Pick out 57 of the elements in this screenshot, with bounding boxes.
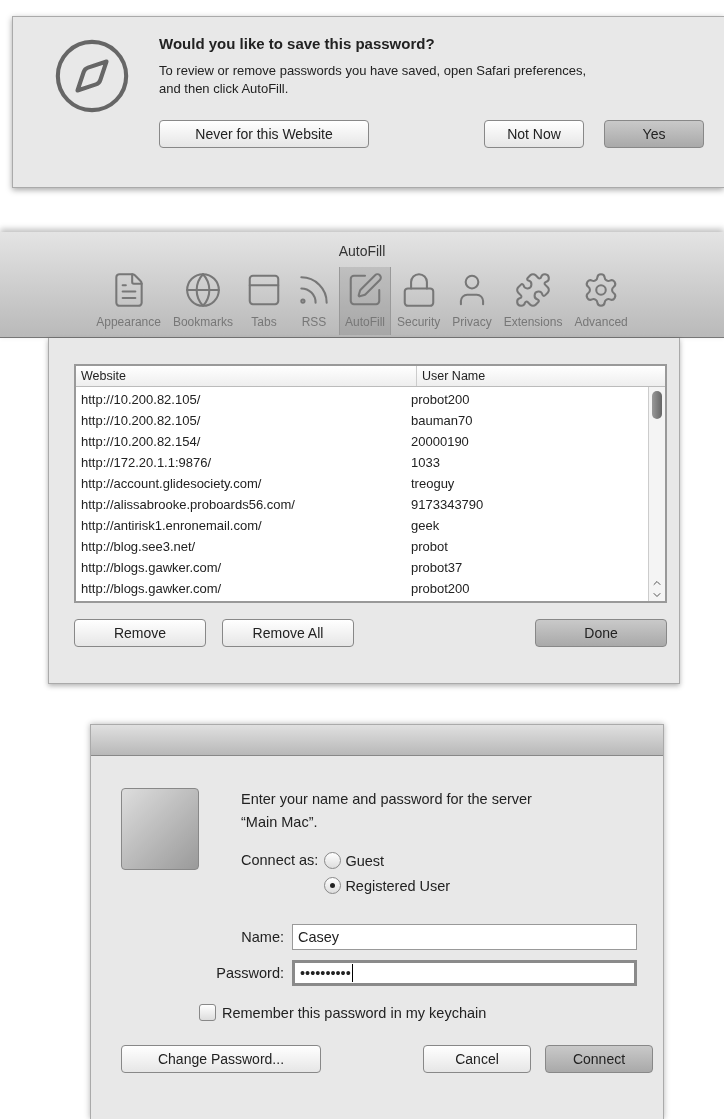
globe-icon: [183, 271, 222, 309]
table-cell-text: 20000190: [410, 434, 470, 449]
table-cell-text: http://alissabrooke.proboards56.com/: [80, 497, 296, 512]
button[interactable]: Remove: [74, 619, 206, 647]
scroll-thumb[interactable]: [652, 391, 662, 419]
field-label: Password:: [215, 965, 284, 981]
remember-checkbox[interactable]: Remember this password in my keychain: [199, 1004, 637, 1021]
table-row[interactable]: http://blog.see3.net/ probot: [76, 536, 648, 557]
table-cell-text: http://10.200.82.154/: [80, 434, 202, 449]
table-row[interactable]: http://blogs.gawker.com/ probot37: [76, 557, 648, 578]
table-cell-text: bauman70: [410, 413, 474, 428]
table-row[interactable]: http://10.200.82.105/ probot200: [76, 389, 648, 410]
button[interactable]: Yes: [604, 120, 704, 148]
table-row[interactable]: http://blogs.gawker.com/ probot200: [76, 578, 648, 599]
dialog-title: Would you like to save this password?: [159, 35, 436, 52]
button[interactable]: Done: [535, 619, 667, 647]
table-cell-text: http://10.200.82.105/: [80, 392, 202, 407]
table-cell-text: http://blog.see3.net/: [80, 539, 197, 554]
table-cell-text: 9173343790: [410, 497, 485, 512]
table-cell-text: http://account.glidesociety.com/: [80, 476, 263, 491]
table-cell-text: http://blogs.gawker.com/: [80, 581, 223, 596]
table-row[interactable]: http://10.200.82.154/ 20000190: [76, 431, 648, 452]
button[interactable]: Connect: [545, 1045, 653, 1073]
button[interactable]: Not Now: [484, 120, 584, 148]
table-row[interactable]: http://antirisk1.enronemail.com/ geek: [76, 515, 648, 536]
table-cell-text: http://10.200.82.105/: [80, 413, 202, 428]
table-cell-text: http://blogs.gawker.com/: [80, 560, 223, 575]
table-cell-text: treoguy: [410, 476, 456, 491]
radio-option[interactable]: Guest: [324, 852, 451, 869]
table-cell-text: probot200: [410, 581, 471, 596]
table-cell-text: http://172.20.1.1:9876/: [80, 455, 213, 470]
column-header[interactable]: User Name: [416, 366, 665, 386]
window-title: AutoFill: [338, 243, 386, 259]
table-cell-text: geek: [410, 518, 441, 533]
button[interactable]: Never for this Website: [159, 120, 369, 148]
column-header[interactable]: Website: [76, 366, 416, 386]
input-field[interactable]: ••••••••••: [292, 960, 637, 986]
connect-as-label: Connect as:: [241, 852, 319, 869]
field-label: Name:: [240, 929, 284, 945]
table-cell-text: probot: [410, 539, 449, 554]
button[interactable]: Remove All: [222, 619, 354, 647]
dialog-message: Enter your name and password for the server “Main Mac”.: [241, 790, 533, 832]
table-cell-text: 1033: [410, 455, 441, 470]
table-row[interactable]: http://account.glidesociety.com/ treoguy: [76, 473, 648, 494]
table-cell-text: probot200: [410, 392, 471, 407]
button[interactable]: Cancel: [423, 1045, 531, 1073]
table-row[interactable]: http://alissabrooke.proboards56.com/ 9173343790: [76, 494, 648, 515]
scrollbar[interactable]: [648, 387, 665, 601]
table-cell-text: http://antirisk1.enronemail.com/: [80, 518, 263, 533]
table-row[interactable]: http://172.20.1.1:9876/ 1033: [76, 452, 648, 473]
input-field[interactable]: Casey: [292, 924, 637, 950]
dialog-message: To review or remove passwords you have saved, open Safari preferences, and then click AutoFill.: [159, 62, 588, 98]
table-cell-text: probot37: [410, 560, 464, 575]
table-row[interactable]: http://10.200.82.105/ bauman70: [76, 410, 648, 431]
puzzle-icon: [514, 271, 553, 309]
radio-option[interactable]: Registered User: [324, 877, 451, 894]
button[interactable]: Change Password...: [121, 1045, 321, 1073]
